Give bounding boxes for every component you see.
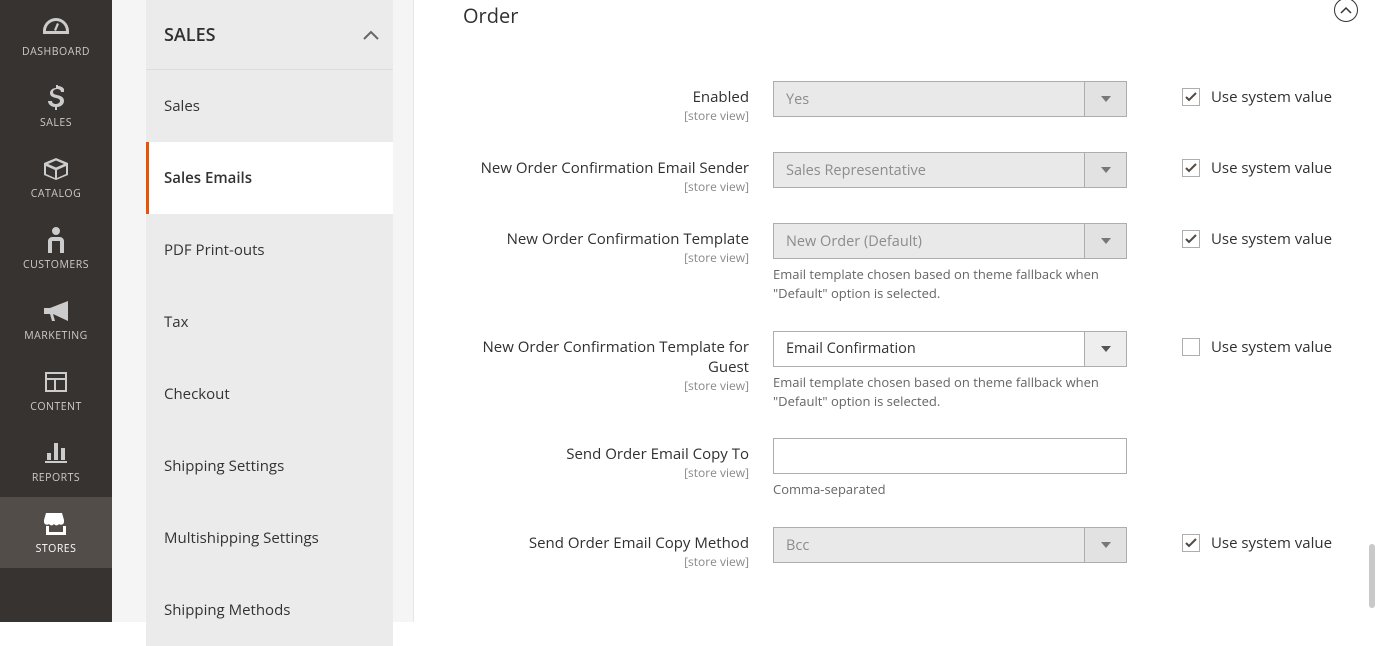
sub-nav-item-shipping-settings[interactable]: Shipping Settings <box>146 430 393 502</box>
use-system-label: Use system value <box>1211 158 1332 178</box>
nav-label: CUSTOMERS <box>23 258 89 272</box>
use-system-checkbox[interactable] <box>1182 88 1200 106</box>
use-system-label: Use system value <box>1211 337 1332 357</box>
bar-chart-icon <box>42 439 70 467</box>
sub-nav-item-multishipping[interactable]: Multishipping Settings <box>146 502 393 574</box>
use-system-checkbox[interactable] <box>1182 230 1200 248</box>
sub-nav-label: Sales <box>164 96 200 116</box>
sub-nav-label: PDF Print-outs <box>164 240 265 260</box>
enabled-select: Yes <box>773 81 1127 117</box>
layout-icon <box>42 368 70 396</box>
sub-nav-label: Shipping Methods <box>164 600 290 620</box>
dashboard-icon <box>42 13 70 41</box>
scrollbar[interactable] <box>1368 0 1376 622</box>
field-label: Send Order Email Copy Method <box>463 533 749 553</box>
helper-text: Comma-separated <box>773 480 1127 499</box>
select-value: Yes <box>774 90 1084 109</box>
nav-label: MARKETING <box>24 329 88 343</box>
nav-label: CONTENT <box>30 400 82 414</box>
field-template: New Order Confirmation Template [store v… <box>463 223 1366 303</box>
nav-label: DASHBOARD <box>22 45 90 59</box>
collapse-button[interactable] <box>1334 0 1358 22</box>
select-value: New Order (Default) <box>774 232 1084 251</box>
nav-customers[interactable]: CUSTOMERS <box>0 213 112 284</box>
sub-nav-item-checkout[interactable]: Checkout <box>146 358 393 430</box>
box-icon <box>42 155 70 183</box>
sub-nav-section-sales[interactable]: SALES <box>146 0 393 70</box>
field-label: Enabled <box>463 87 749 107</box>
section-title: Order <box>463 2 518 29</box>
field-copy-to: Send Order Email Copy To [store view] Co… <box>463 438 1366 499</box>
field-enabled: Enabled [store view] Yes Use system valu… <box>463 81 1366 124</box>
use-system-checkbox[interactable] <box>1182 534 1200 552</box>
select-value: Email Confirmation <box>774 339 1084 358</box>
dropdown-icon <box>1084 332 1126 366</box>
dropdown-icon <box>1084 82 1126 116</box>
scope-label: [store view] <box>463 107 749 124</box>
copy-to-input[interactable] <box>773 438 1127 474</box>
megaphone-icon <box>42 297 70 325</box>
nav-dashboard[interactable]: DASHBOARD <box>0 0 112 71</box>
use-system-label: Use system value <box>1211 87 1332 107</box>
copy-method-select: Bcc <box>773 527 1127 563</box>
sub-nav-item-sales[interactable]: Sales <box>146 70 393 142</box>
main-content: Order Enabled [store view] Yes Use syste… <box>414 0 1376 622</box>
section-header-order[interactable]: Order <box>463 0 1366 45</box>
nav-marketing[interactable]: MARKETING <box>0 284 112 355</box>
person-icon <box>42 226 70 254</box>
sub-nav-item-tax[interactable]: Tax <box>146 286 393 358</box>
sub-nav-header-label: SALES <box>164 23 216 47</box>
field-label: Send Order Email Copy To <box>463 444 749 464</box>
sub-nav-item-sales-emails[interactable]: Sales Emails <box>146 142 393 214</box>
scope-label: [store view] <box>463 178 749 195</box>
sub-nav-item-shipping-methods[interactable]: Shipping Methods <box>146 574 393 646</box>
field-label: New Order Confirmation Email Sender <box>463 158 749 178</box>
dropdown-icon <box>1084 224 1126 258</box>
scope-label: [store view] <box>463 377 749 394</box>
nav-reports[interactable]: REPORTS <box>0 426 112 497</box>
select-value: Sales Representative <box>774 161 1084 180</box>
sub-nav-label: Checkout <box>164 384 230 404</box>
nav-label: STORES <box>36 542 77 556</box>
use-system-checkbox[interactable] <box>1182 159 1200 177</box>
field-copy-method: Send Order Email Copy Method [store view… <box>463 527 1366 570</box>
dropdown-icon <box>1084 153 1126 187</box>
sub-nav-label: Multishipping Settings <box>164 528 319 548</box>
template-select: New Order (Default) <box>773 223 1127 259</box>
sender-select: Sales Representative <box>773 152 1127 188</box>
nav-stores[interactable]: STORES <box>0 497 112 568</box>
sub-nav-label: Sales Emails <box>164 168 252 188</box>
helper-text: Email template chosen based on theme fal… <box>773 265 1127 303</box>
use-system-label: Use system value <box>1211 229 1332 249</box>
chevron-up-icon <box>1340 6 1352 14</box>
dollar-icon <box>42 84 70 112</box>
nav-catalog[interactable]: CATALOG <box>0 142 112 213</box>
sub-nav-item-pdf[interactable]: PDF Print-outs <box>146 214 393 286</box>
helper-text: Email template chosen based on theme fal… <box>773 373 1127 411</box>
use-system-checkbox[interactable] <box>1182 338 1200 356</box>
field-label: New Order Confirmation Template <box>463 229 749 249</box>
select-value: Bcc <box>774 536 1084 555</box>
field-guest-template: New Order Confirmation Template for Gues… <box>463 331 1366 411</box>
field-label: New Order Confirmation Template for Gues… <box>463 337 749 377</box>
sub-nav-label: Shipping Settings <box>164 456 284 476</box>
admin-left-nav: DASHBOARD SALES CATALOG CUSTOMERS MARKET… <box>0 0 112 622</box>
storefront-icon <box>42 510 70 538</box>
scope-label: [store view] <box>463 249 749 266</box>
sub-nav-label: Tax <box>164 312 188 332</box>
nav-label: CATALOG <box>31 187 81 201</box>
fields-container: Enabled [store view] Yes Use system valu… <box>463 45 1366 570</box>
nav-content[interactable]: CONTENT <box>0 355 112 426</box>
nav-label: SALES <box>40 116 72 130</box>
chevron-up-icon <box>363 22 379 46</box>
config-sub-nav: SALES Sales Sales Emails PDF Print-outs … <box>112 0 414 622</box>
scope-label: [store view] <box>463 464 749 481</box>
dropdown-icon <box>1084 528 1126 562</box>
scope-label: [store view] <box>463 553 749 570</box>
field-sender: New Order Confirmation Email Sender [sto… <box>463 152 1366 195</box>
use-system-label: Use system value <box>1211 533 1332 553</box>
nav-label: REPORTS <box>32 471 80 485</box>
guest-template-select[interactable]: Email Confirmation <box>773 331 1127 367</box>
nav-sales[interactable]: SALES <box>0 71 112 142</box>
